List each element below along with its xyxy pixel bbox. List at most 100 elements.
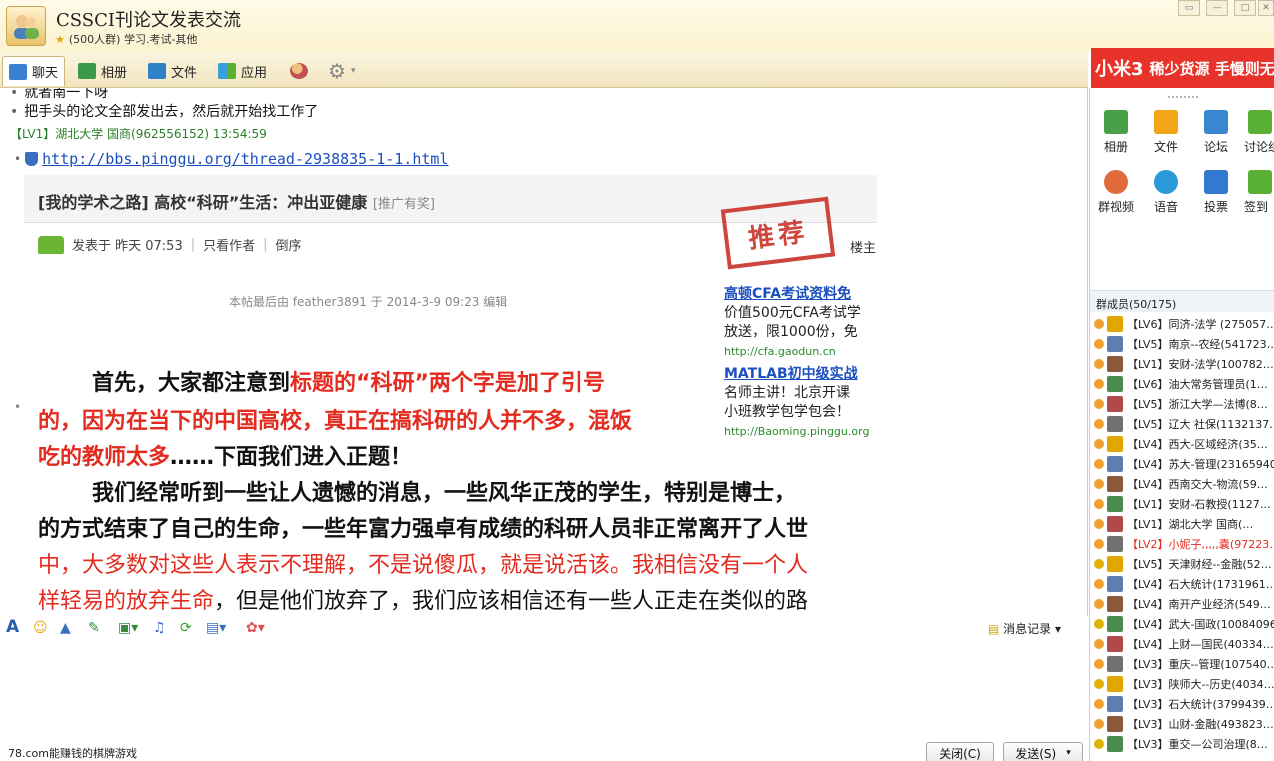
tab-apps[interactable]: 应用 [212,56,273,86]
message-history-button[interactable]: ▤ 消息记录 ▾ [988,620,1061,637]
maximize-icon[interactable]: □ [1234,0,1256,16]
app-label: 投票 [1203,200,1228,214]
minimize-mini-icon[interactable]: ▭ [1178,0,1200,16]
member-row[interactable]: 【LV4】南开产业经济(549… [1094,594,1274,614]
app-forum[interactable]: 论坛 [1194,110,1238,155]
post-title: [我的学术之路] 高校“科研”生活：冲出亚健康 [推广有奖] [38,189,435,213]
member-row[interactable]: 【LV6】同济-法学 (275057… [1094,314,1274,334]
member-row[interactable]: 【LV5】浙江大学—法博(8… [1094,394,1274,414]
member-row[interactable]: 【LV3】陕师大--历史(4034… [1094,674,1274,694]
video-icon [1104,170,1128,194]
minimize-icon[interactable]: — [1206,0,1228,16]
send-button[interactable]: 发送(S) ▾ [1003,742,1083,761]
member-status-icon [1094,379,1104,389]
member-row[interactable]: 【LV4】上财—国民(40334… [1094,634,1274,654]
member-row[interactable]: 【LV5】天津财经--金融(52… [1094,554,1274,574]
article-text-highlight: 吃的教师太多 [38,445,171,470]
emoji-icon[interactable]: ☺ [33,620,48,636]
music-icon[interactable]: ♫ [153,620,166,636]
member-row[interactable]: 【LV4】石大统计(1731961… [1094,574,1274,594]
send-label: 发送(S) [1015,746,1057,761]
group-side-panel: 相册 文件 论坛 讨论组 群视频 语音 投票 签到 群成员(50/175) 【L… [1089,88,1274,761]
font-icon[interactable]: A [6,617,19,637]
member-status-icon [1094,499,1104,509]
member-row[interactable]: 【LV4】西南交大-物流(59… [1094,474,1274,494]
group-avatar[interactable] [6,6,46,46]
star-icon: ★ [55,33,65,46]
member-status-icon [1094,639,1104,649]
member-name: 【LV3】石大统计(3799439… [1127,698,1274,711]
member-status-icon [1094,599,1104,609]
main-toolbar: 聊天 相册 文件 应用 ⚙ ▾ [0,52,1088,88]
member-row[interactable]: 【LV3】重交—公司治理(8… [1094,734,1274,754]
tab-album[interactable]: 相册 [72,56,133,86]
bottom-ad-link[interactable]: 78.com能赚钱的棋牌游戏 [8,745,137,761]
member-avatar [1107,476,1123,492]
app-discussion[interactable]: 讨论组 [1244,110,1274,155]
member-row[interactable]: 【LV4】武大-国政(10084096) [1094,614,1274,634]
collapse-handle[interactable] [1168,88,1198,98]
member-row[interactable]: 【LV3】重庆--管理(107540… [1094,654,1274,674]
tab-files[interactable]: 文件 [142,56,203,86]
member-row[interactable]: 【LV4】西大-区域经济(35… [1094,434,1274,454]
add-member-button[interactable] [284,56,314,86]
member-list[interactable]: 【LV6】同济-法学 (275057… 【LV5】南京--农经(541723… 【L… [1090,314,1274,761]
message-input[interactable] [0,640,1088,740]
last-edit-note: 本帖最后由 feather3891 于 2014-3-9 09:23 编辑 [229,295,508,309]
member-row[interactable]: 【LV1】湖北大学 国商(… [1094,514,1274,534]
member-avatar [1107,536,1123,552]
shirt-icon [38,235,64,254]
member-row[interactable]: 【LV2】小妮子,,,,,嚢(97223… [1094,534,1274,554]
app-vote[interactable]: 投票 [1194,170,1238,215]
app-files[interactable]: 文件 [1144,110,1188,155]
member-name: 【LV3】重交—公司治理(8… [1127,738,1268,751]
member-row[interactable]: 【LV5】南京--农经(541723… [1094,334,1274,354]
app-voice[interactable]: 语音 [1144,170,1188,215]
member-row[interactable]: 【LV3】石大统计(3799439… [1094,694,1274,714]
title-bar: CSSCI刊论文发表交流 ★ (500人群) 学习.考试-其他 ▭ — □ ✕ [0,0,1274,52]
member-row[interactable]: 【LV3】山财-金融(493823… [1094,714,1274,734]
member-status-icon [1094,319,1104,329]
member-status-icon [1094,539,1104,549]
message-sender[interactable]: 【LV1】湖北大学 国商(962556152) 13:54:59 [10,125,267,142]
gift-icon[interactable]: ✿▾ [246,620,265,636]
tab-chat[interactable]: 聊天 [2,56,66,86]
shake-icon[interactable]: ▲ [60,620,71,636]
shield-icon [25,152,39,166]
ad-banner[interactable]: 小米3 稀少货源 手慢则无 [1091,48,1274,88]
link-preview-image[interactable]: [我的学术之路] 高校“科研”生活：冲出亚健康 [推广有奖] 发表于 昨天 07… [24,175,877,618]
app-video[interactable]: 群视频 [1094,170,1138,215]
app-label: 讨论组 [1244,140,1274,154]
settings-button[interactable]: ⚙ ▾ [322,56,361,86]
image-icon[interactable]: ▣▾ [118,620,138,636]
member-avatar [1107,556,1123,572]
chat-history[interactable]: • 就者南一下呀 • 把手头的论文全部发出去，然后就开始找工作了 【LV1】湖北大学… [0,88,1088,618]
close-window-icon[interactable]: ✕ [1258,0,1274,16]
app-label: 群视频 [1097,200,1134,214]
member-row[interactable]: 【LV5】辽大 社保(1132137… [1094,414,1274,434]
member-row[interactable]: 【LV1】安财-法学(100782… [1094,354,1274,374]
close-button[interactable]: 关闭(C) [926,742,994,761]
screenshot-icon[interactable]: ⟳ [180,620,192,636]
chevron-down-icon[interactable]: ▾ [1066,748,1071,758]
members-header: 群成员(50/175) [1090,290,1274,312]
headset-icon [1154,170,1178,194]
status-bar: 78.com能赚钱的棋牌游戏 关闭(C) 发送(S) ▾ [0,740,1088,761]
app-album[interactable]: 相册 [1094,110,1138,155]
ad-title: MATLAB初中级实战 [724,366,858,382]
ad-line: 放送，限1000份，免 [724,324,858,340]
member-row[interactable]: 【LV1】安财-石教授(1127… [1094,494,1274,514]
member-row[interactable]: 【LV6】油大常务管理员(1… [1094,374,1274,394]
screen-capture-icon[interactable]: ▤▾ [206,620,226,636]
post-title-tag: [推广有奖] [372,197,435,212]
member-status-icon [1094,579,1104,589]
article-paragraph-line: 的，因为在当下的中国高校，真正在搞科研的人并不多，混饭 [38,409,633,434]
magic-text-icon[interactable]: ✎ [88,620,100,636]
member-row[interactable]: 【LV4】苏大-管理(23165940) [1094,454,1274,474]
article-text: 首先，大家都注意到 [92,371,291,396]
discussion-icon [1248,110,1272,134]
app-checkin[interactable]: 签到 [1244,170,1274,215]
tab-files-label: 文件 [171,65,198,81]
message-link[interactable]: http://bbs.pinggu.org/thread-2938835-1-1… [42,150,448,168]
app-label: 相册 [1103,140,1128,154]
